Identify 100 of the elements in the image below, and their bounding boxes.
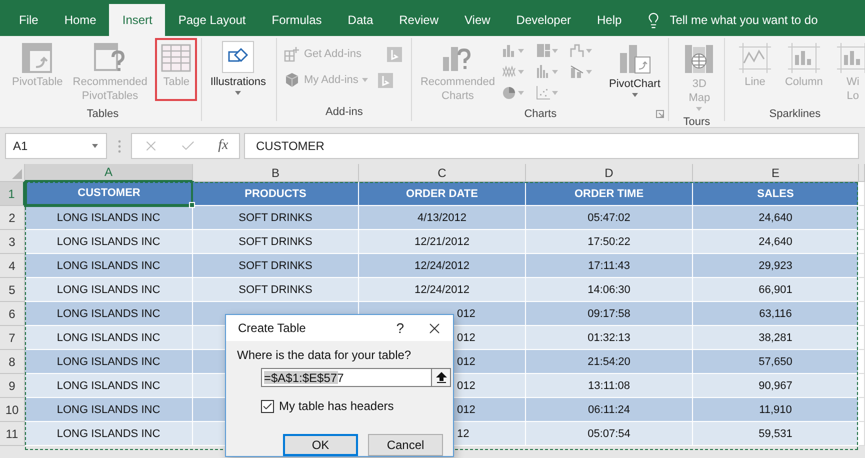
caret-icon bbox=[696, 107, 702, 111]
table-cell: LONG ISLANDS INC bbox=[25, 230, 193, 254]
caret-icon bbox=[552, 48, 558, 52]
table-cell: 90,967 bbox=[693, 374, 859, 398]
caret-icon bbox=[586, 70, 592, 74]
caret-icon bbox=[518, 70, 524, 74]
table-cell: LONG ISLANDS INC bbox=[25, 278, 193, 302]
dialog-title: Create Table bbox=[238, 321, 307, 335]
table-cell: 05:07:54 bbox=[526, 422, 693, 446]
ok-button[interactable]: OK bbox=[283, 434, 358, 456]
table-cell: LONG ISLANDS INC bbox=[25, 254, 193, 278]
ribbon-tab[interactable]: Formulas bbox=[258, 4, 335, 36]
insert-function-button[interactable]: fx bbox=[218, 138, 228, 154]
ribbon-tab[interactable]: Home bbox=[51, 4, 110, 36]
column-header[interactable]: A bbox=[25, 164, 193, 182]
table-cell: 13:11:08 bbox=[526, 374, 693, 398]
table-header-cell: ORDER DATE bbox=[359, 182, 526, 206]
add-in-app-button[interactable] bbox=[377, 72, 394, 88]
row-header[interactable]: 3 bbox=[0, 230, 25, 254]
fill-handle[interactable] bbox=[189, 202, 195, 208]
caret-icon bbox=[92, 144, 98, 148]
table-cell: SOFT DRINKS bbox=[193, 278, 359, 302]
ribbon-tab[interactable]: View bbox=[452, 4, 504, 36]
row-header[interactable]: 11 bbox=[0, 422, 25, 446]
table-cell: 59,531 bbox=[693, 422, 859, 446]
group-label: Tables bbox=[86, 108, 119, 120]
group-label: Add-ins bbox=[326, 106, 363, 118]
table-cell: 17:11:43 bbox=[526, 254, 693, 278]
column-header[interactable]: C bbox=[359, 164, 526, 182]
row-header[interactable]: 5 bbox=[0, 278, 25, 302]
tell-me-search[interactable]: Tell me what you want to do bbox=[670, 13, 818, 27]
table-cell: 24,640 bbox=[693, 206, 859, 230]
table-cell: 63,116 bbox=[693, 302, 859, 326]
row-header[interactable]: 9 bbox=[0, 374, 25, 398]
grip-icon bbox=[118, 140, 120, 152]
ribbon-tab[interactable]: Data bbox=[334, 4, 386, 36]
row-header[interactable]: 4 bbox=[0, 254, 25, 278]
group-label: Charts bbox=[524, 108, 557, 120]
column-sparkline-icon bbox=[788, 43, 820, 73]
table-cell: 05:47:02 bbox=[526, 206, 693, 230]
row-header[interactable]: 2 bbox=[0, 206, 25, 230]
cancel-button[interactable]: Cancel bbox=[368, 434, 443, 456]
table-header-cell: SALES bbox=[693, 182, 859, 206]
table-cell: 12/21/2012 bbox=[359, 230, 526, 254]
caret-icon bbox=[518, 48, 524, 52]
pivot-table-question-icon bbox=[94, 43, 126, 73]
range-field[interactable]: =$A$1:$E$577 bbox=[261, 368, 431, 387]
caret-icon bbox=[552, 90, 558, 94]
cell-reference: A1 bbox=[13, 139, 28, 153]
table-cell: 57,650 bbox=[693, 350, 859, 374]
grid-plus-icon bbox=[284, 46, 300, 62]
column-header[interactable]: E bbox=[693, 164, 859, 182]
table-cell: LONG ISLANDS INC bbox=[25, 422, 193, 446]
illustrations-button[interactable]: Illustrations bbox=[206, 38, 270, 100]
table-cell: 14:06:30 bbox=[526, 278, 693, 302]
row-header[interactable]: 8 bbox=[0, 350, 25, 374]
table-header-cell: PRODUCTS bbox=[193, 182, 359, 206]
ribbon-tab[interactable]: Review bbox=[386, 4, 452, 36]
table-cell: LONG ISLANDS INC bbox=[25, 302, 193, 326]
dialog-launcher-icon[interactable] bbox=[656, 110, 664, 118]
add-in-app-button[interactable] bbox=[386, 46, 404, 62]
step-chart-icon bbox=[570, 43, 586, 58]
ribbon-tab[interactable]: File bbox=[6, 4, 52, 36]
formula-field[interactable]: CUSTOMER bbox=[244, 133, 859, 159]
ribbon-tab[interactable]: Help bbox=[584, 4, 635, 36]
scatter-chart-icon bbox=[536, 85, 552, 100]
table-header-cell: CUSTOMER bbox=[25, 182, 193, 206]
table-cell: LONG ISLANDS INC bbox=[25, 326, 193, 350]
table-cell: LONG ISLANDS INC bbox=[25, 206, 193, 230]
line-sparkline-icon bbox=[738, 43, 771, 73]
pivot-table-icon bbox=[22, 43, 52, 73]
table-cell: 24,640 bbox=[693, 230, 859, 254]
table-icon bbox=[161, 43, 192, 73]
table-cell: 21:54:20 bbox=[526, 350, 693, 374]
collapse-dialog-button[interactable] bbox=[431, 368, 451, 387]
select-all-icon[interactable] bbox=[12, 169, 22, 179]
table-cell: 11,910 bbox=[693, 398, 859, 422]
caret-icon bbox=[235, 91, 242, 95]
row-header[interactable]: 6 bbox=[0, 302, 25, 326]
row-header[interactable]: 10 bbox=[0, 398, 25, 422]
pivot-chart-button[interactable]: PivotChart bbox=[605, 38, 664, 102]
column-header[interactable]: B bbox=[193, 164, 359, 182]
group-label: Sparklines bbox=[769, 108, 821, 120]
table-header-cell: ORDER TIME bbox=[526, 182, 693, 206]
row-header[interactable]: 7 bbox=[0, 326, 25, 350]
ribbon-tab[interactable]: Developer bbox=[503, 4, 584, 36]
row-header[interactable]: 1 bbox=[0, 182, 25, 206]
column-header[interactable]: D bbox=[526, 164, 693, 182]
caret-icon bbox=[552, 70, 558, 74]
table-cell: LONG ISLANDS INC bbox=[25, 374, 193, 398]
table-cell: SOFT DRINKS bbox=[193, 254, 359, 278]
ribbon-tab[interactable]: Insert bbox=[109, 4, 166, 36]
table-cell: SOFT DRINKS bbox=[193, 206, 359, 230]
caret-icon bbox=[632, 93, 638, 97]
combo-chart-icon bbox=[570, 64, 586, 79]
ribbon-tab[interactable]: Page Layout bbox=[165, 4, 259, 36]
table-cell: 09:17:58 bbox=[526, 302, 693, 326]
name-box[interactable]: A1 bbox=[5, 133, 107, 159]
table-cell: 17:50:22 bbox=[526, 230, 693, 254]
up-arrow-icon bbox=[436, 372, 446, 383]
